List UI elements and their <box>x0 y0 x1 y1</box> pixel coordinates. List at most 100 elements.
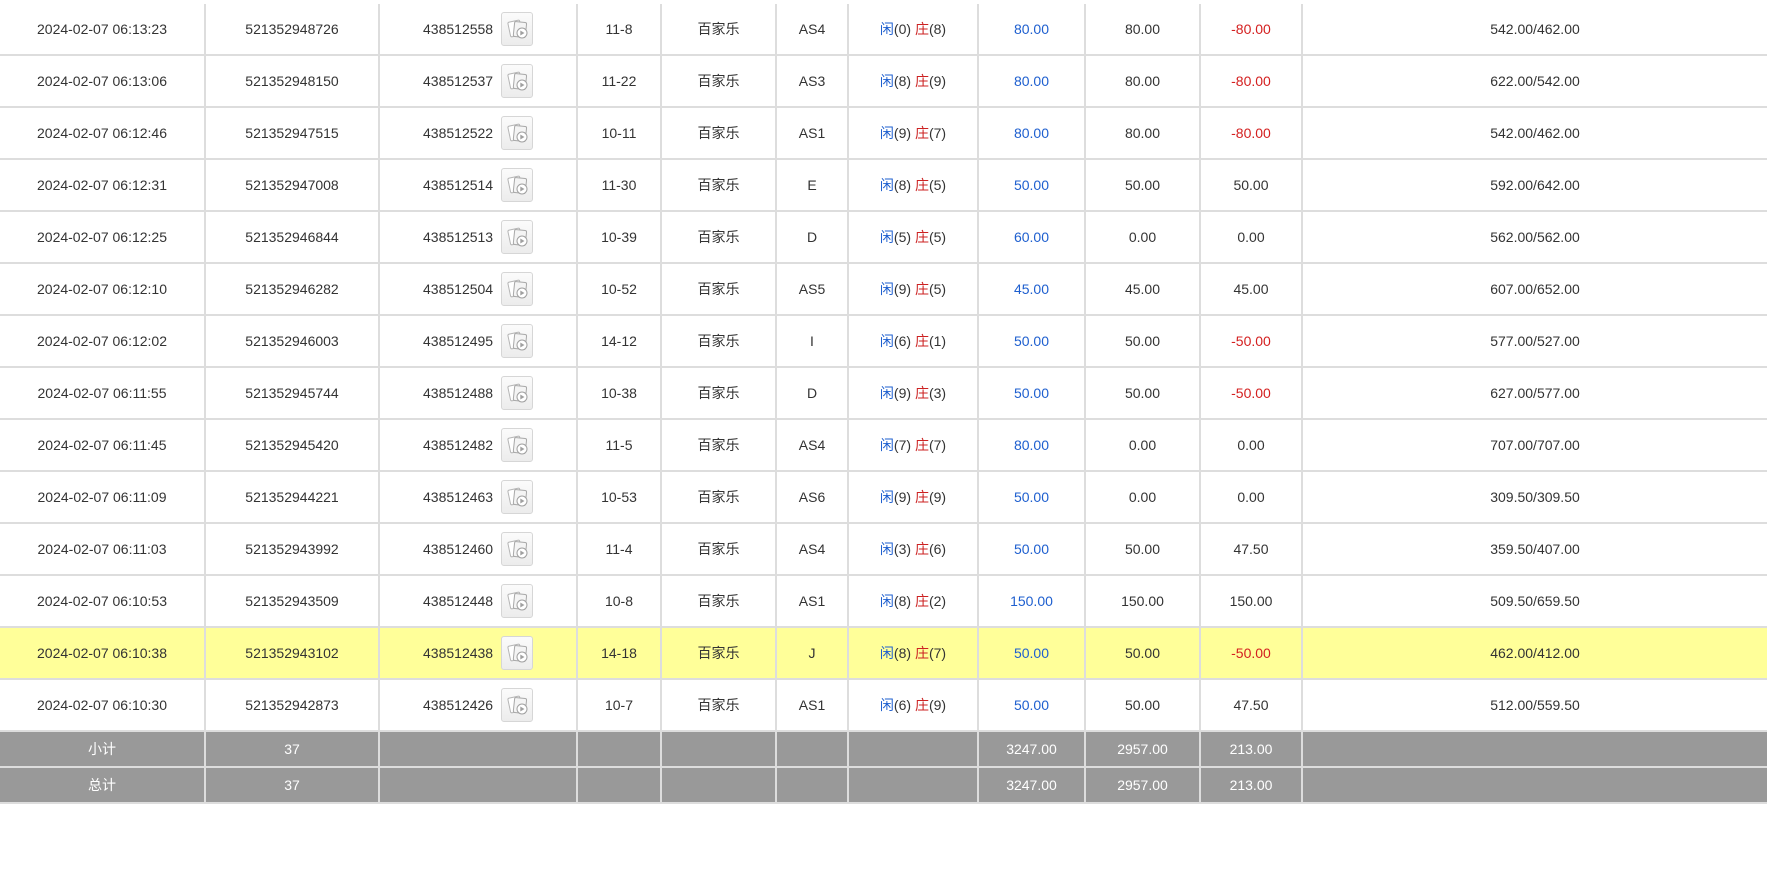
card-replay-icon[interactable] <box>500 220 533 254</box>
player-label: 闲 <box>879 593 894 609</box>
shoe-number-cell: 11-22 <box>576 54 662 108</box>
card-replay-icon[interactable] <box>500 376 533 410</box>
win-loss-cell: -80.00 <box>1199 4 1303 56</box>
card-replay-icon[interactable] <box>500 64 533 98</box>
round-id-cell: 438512460 <box>378 522 578 576</box>
player-label: 闲 <box>879 229 894 245</box>
player-label: 闲 <box>879 697 894 713</box>
bet-amount-cell: 50.00 <box>977 678 1086 732</box>
valid-bet-cell: 80.00 <box>1084 106 1201 160</box>
banker-label: 庄 <box>914 697 929 713</box>
card-replay-icon[interactable] <box>500 324 533 358</box>
banker-label: 庄 <box>914 281 929 297</box>
win-loss-cell: -50.00 <box>1199 314 1303 368</box>
card-replay-icon[interactable] <box>500 480 533 514</box>
empty-cell <box>576 766 662 804</box>
banker-label: 庄 <box>914 125 929 141</box>
game-type-cell: 百家乐 <box>660 262 777 316</box>
bet-time-cell: 2024-02-07 06:13:23 <box>0 4 206 56</box>
shoe-number-cell: 11-5 <box>576 418 662 472</box>
card-replay-icon[interactable] <box>500 636 533 670</box>
win-loss-cell: 45.00 <box>1199 262 1303 316</box>
banker-points: (7) <box>928 437 947 453</box>
player-points: (9) <box>893 489 912 505</box>
bet-id-cell: 521352943992 <box>204 522 380 576</box>
bet-amount-cell: 150.00 <box>977 574 1086 628</box>
bet-time-cell: 2024-02-07 06:13:06 <box>0 54 206 108</box>
valid-bet-cell: 0.00 <box>1084 418 1201 472</box>
round-id-text: 438512558 <box>423 21 494 37</box>
table-row: 2024-02-07 06:11:03 521352943992 4385124… <box>0 522 1767 576</box>
table-code-cell: AS4 <box>775 522 849 576</box>
round-id-text: 438512495 <box>423 333 494 349</box>
bet-id-cell: 521352943509 <box>204 574 380 628</box>
total-bet: 3247.00 <box>977 766 1086 804</box>
subtotal-bet: 3247.00 <box>977 731 1086 768</box>
table-code-cell: AS1 <box>775 106 849 160</box>
round-id-text: 438512514 <box>423 177 494 193</box>
win-loss-cell: 47.50 <box>1199 678 1303 732</box>
table-row: 2024-02-07 06:11:09 521352944221 4385124… <box>0 470 1767 524</box>
valid-bet-cell: 50.00 <box>1084 314 1201 368</box>
card-replay-icon[interactable] <box>500 688 533 722</box>
card-replay-icon[interactable] <box>500 532 533 566</box>
shoe-number-cell: 10-11 <box>576 106 662 160</box>
bet-amount-cell: 80.00 <box>977 4 1086 56</box>
banker-label: 庄 <box>914 593 929 609</box>
shoe-number-cell: 10-7 <box>576 678 662 732</box>
bet-time-cell: 2024-02-07 06:10:30 <box>0 678 206 732</box>
result-cell: 闲(0) 庄(8) <box>847 4 979 56</box>
banker-label: 庄 <box>914 73 929 89</box>
player-label: 闲 <box>879 645 894 661</box>
card-replay-icon[interactable] <box>500 12 533 46</box>
table-row: 2024-02-07 06:13:06 521352948150 4385125… <box>0 54 1767 108</box>
table-row: 2024-02-07 06:12:10 521352946282 4385125… <box>0 262 1767 316</box>
table-row: 2024-02-07 06:12:46 521352947515 4385125… <box>0 106 1767 160</box>
game-type-cell: 百家乐 <box>660 366 777 420</box>
banker-label: 庄 <box>914 229 929 245</box>
table-code-cell: AS6 <box>775 470 849 524</box>
banker-points: (7) <box>928 645 947 661</box>
card-replay-icon[interactable] <box>500 272 533 306</box>
round-id-cell: 438512438 <box>378 626 578 680</box>
player-label: 闲 <box>879 385 894 401</box>
round-id-cell: 438512537 <box>378 54 578 108</box>
result-cell: 闲(8) 庄(5) <box>847 158 979 212</box>
player-label: 闲 <box>879 21 894 37</box>
banker-points: (1) <box>928 333 947 349</box>
player-points: (9) <box>893 281 912 297</box>
shoe-number-cell: 14-18 <box>576 626 662 680</box>
table-code-cell: AS3 <box>775 54 849 108</box>
banker-points: (6) <box>928 541 947 557</box>
table-row: 2024-02-07 06:10:30 521352942873 4385124… <box>0 678 1767 732</box>
win-loss-cell: 0.00 <box>1199 418 1303 472</box>
bet-amount-cell: 50.00 <box>977 314 1086 368</box>
bet-records-table: 2024-02-07 06:13:23 521352948726 4385125… <box>0 4 1767 804</box>
subtotal-row: 小计 37 3247.00 2957.00 213.00 <box>0 731 1767 768</box>
valid-bet-cell: 150.00 <box>1084 574 1201 628</box>
bet-id-cell: 521352946003 <box>204 314 380 368</box>
balance-cell: 309.50/309.50 <box>1301 470 1767 524</box>
card-replay-icon[interactable] <box>500 584 533 618</box>
bet-time-cell: 2024-02-07 06:12:02 <box>0 314 206 368</box>
subtotal-count: 37 <box>204 731 380 768</box>
empty-cell <box>576 731 662 768</box>
summary-body: 小计 37 3247.00 2957.00 213.00 总计 37 3247.… <box>0 731 1767 804</box>
game-type-cell: 百家乐 <box>660 4 777 56</box>
card-replay-icon[interactable] <box>500 168 533 202</box>
table-code-cell: I <box>775 314 849 368</box>
bet-id-cell: 521352945744 <box>204 366 380 420</box>
win-loss-cell: 47.50 <box>1199 522 1303 576</box>
bet-id-cell: 521352946844 <box>204 210 380 264</box>
game-type-cell: 百家乐 <box>660 522 777 576</box>
card-replay-icon[interactable] <box>500 428 533 462</box>
shoe-number-cell: 10-52 <box>576 262 662 316</box>
bet-id-cell: 521352942873 <box>204 678 380 732</box>
banker-points: (7) <box>928 125 947 141</box>
card-replay-icon[interactable] <box>500 116 533 150</box>
valid-bet-cell: 50.00 <box>1084 158 1201 212</box>
bet-records-body: 2024-02-07 06:13:23 521352948726 4385125… <box>0 4 1767 732</box>
table-code-cell: AS1 <box>775 678 849 732</box>
table-code-cell: AS5 <box>775 262 849 316</box>
total-win: 213.00 <box>1199 766 1303 804</box>
